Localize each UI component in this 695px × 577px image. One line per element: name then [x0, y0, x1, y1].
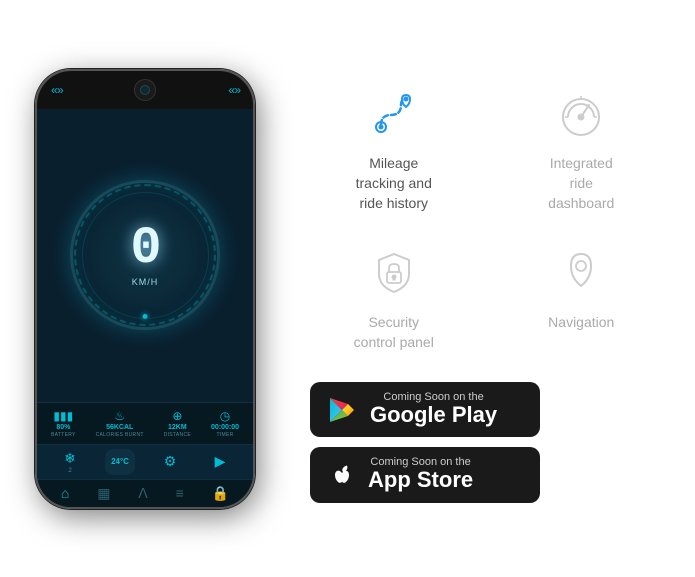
stat-timer: ◷ 00:00:00 TIMER [211, 409, 239, 438]
phone-notch-bar: « » « » [37, 71, 253, 109]
speedometer-area: 0 KM/H [37, 109, 253, 402]
calories-icon: ♨ [114, 409, 125, 423]
phone: « » « » 0 KM/H [35, 69, 255, 509]
feature-mileage: Mileagetracking andride history [310, 74, 478, 223]
integrated-icon-wrapper [551, 84, 611, 144]
security-label: Securitycontrol panel [354, 313, 434, 352]
calories-value: 56KCAL [106, 424, 133, 431]
phone-screen: 0 KM/H ▮▮▮ 80% BATTERY ♨ 56K [37, 109, 253, 507]
app-store-title: App Store [368, 468, 473, 492]
ctrl-settings[interactable]: ⚙ [155, 449, 185, 475]
store-buttons: Coming Soon on the Google Play Coming So… [310, 382, 665, 502]
phone-wrapper: « » « » 0 KM/H [10, 69, 280, 509]
mode-label: 2 [68, 468, 71, 474]
app-store-text: Coming Soon on the App Store [368, 457, 473, 492]
timer-value: 00:00:00 [211, 424, 239, 431]
speed-unit: KM/H [132, 277, 159, 287]
timer-icon: ◷ [220, 409, 230, 423]
mode-icon: ❄ [64, 450, 76, 467]
integrated-label: Integratedridedashboard [548, 154, 614, 213]
stat-battery: ▮▮▮ 80% BATTERY [51, 409, 76, 438]
dot-indicator [143, 314, 148, 319]
temp-value: 24°C [111, 457, 129, 466]
battery-value: 80% [56, 424, 70, 431]
mileage-label: Mileagetracking andride history [356, 154, 432, 213]
speed-display: 0 KM/H [130, 223, 159, 287]
distance-icon: ⊕ [172, 409, 182, 423]
distance-label: DISTANCE [164, 432, 191, 438]
phone-chevrons-left: « » [51, 83, 62, 97]
battery-icon: ▮▮▮ [53, 409, 73, 423]
google-play-icon [326, 394, 358, 426]
feature-integrated: Integratedridedashboard [498, 74, 666, 223]
nav-lock-icon[interactable]: 🔒 [212, 485, 229, 502]
battery-label: BATTERY [51, 432, 76, 438]
timer-label: TIMER [216, 432, 233, 438]
dashboard-icon [554, 87, 609, 142]
stat-distance: ⊕ 12KM DISTANCE [164, 409, 191, 438]
navigation-icon [556, 246, 606, 301]
app-store-button[interactable]: Coming Soon on the App Store [310, 447, 540, 502]
navigation-icon-wrapper [551, 243, 611, 303]
ctrl-temp[interactable]: 24°C [105, 449, 135, 475]
stat-calories: ♨ 56KCAL CALORIES BURNT [96, 409, 144, 438]
bottom-nav: ⌂ ▦ ᐱ ≡ 🔒 [37, 479, 253, 507]
feature-navigation: Navigation [498, 233, 666, 362]
main-container: « » « » 0 KM/H [0, 0, 695, 577]
mileage-icon-wrapper [364, 84, 424, 144]
google-play-title: Google Play [370, 403, 497, 427]
calories-label: CALORIES BURNT [96, 432, 144, 438]
google-play-text: Coming Soon on the Google Play [370, 392, 497, 427]
speedometer-ring: 0 KM/H [70, 180, 220, 330]
navigation-label: Navigation [548, 313, 614, 333]
mileage-icon [366, 87, 421, 142]
settings-icon: ⚙ [164, 453, 177, 470]
ctrl-play[interactable]: ▶ [205, 449, 235, 475]
speed-digit: 0 [130, 223, 159, 275]
nav-route-icon[interactable]: ᐱ [138, 485, 148, 502]
stats-bar: ▮▮▮ 80% BATTERY ♨ 56KCAL CALORIES BURNT … [37, 402, 253, 444]
security-icon-wrapper [364, 243, 424, 303]
phone-chevrons-right: « » [228, 83, 239, 97]
nav-home-icon[interactable]: ⌂ [61, 485, 69, 501]
play-icon: ▶ [215, 453, 226, 470]
google-play-button[interactable]: Coming Soon on the Google Play [310, 382, 540, 437]
ctrl-mode[interactable]: ❄ 2 [55, 449, 85, 475]
right-panel: Mileagetracking andride history [280, 64, 685, 512]
nav-stats-icon[interactable]: ▦ [97, 485, 110, 502]
app-store-icon [326, 460, 356, 490]
feature-security: Securitycontrol panel [310, 233, 478, 362]
controls-bar: ❄ 2 24°C ⚙ ▶ [37, 444, 253, 479]
phone-camera [134, 79, 156, 101]
nav-menu-icon[interactable]: ≡ [176, 485, 184, 501]
features-grid: Mileagetracking andride history [310, 74, 665, 362]
security-icon [369, 246, 419, 301]
distance-value: 12KM [168, 424, 187, 431]
